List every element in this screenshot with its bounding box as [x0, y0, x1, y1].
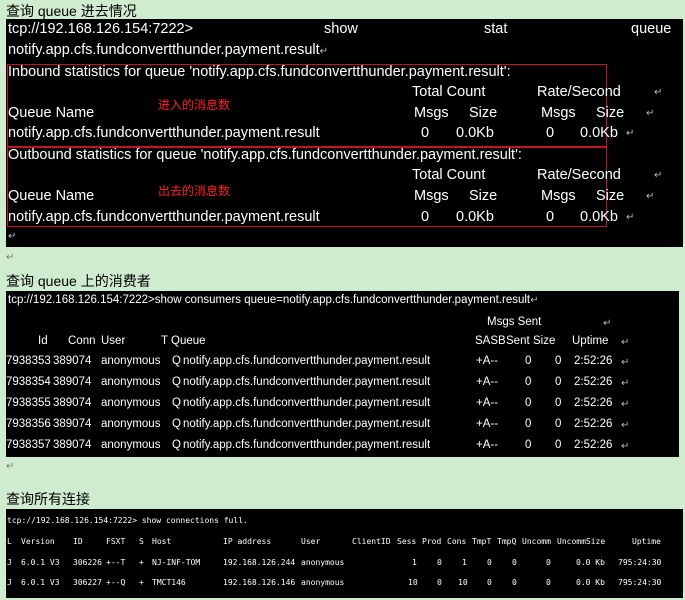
inbound-annotation: 进入的消息数	[158, 98, 231, 112]
cmd-show: show	[324, 21, 358, 37]
inbound-row-total-msgs: 0	[421, 125, 430, 141]
outbound-size-header: Size	[469, 188, 498, 204]
outbound-msgs-header: Msgs	[414, 188, 449, 204]
outbound-title: Outbound statistics for queue 'notify.ap…	[8, 147, 522, 163]
outbound-total-count: Total Count	[412, 167, 486, 183]
outbound-row-name: notify.app.cfs.fundconvertthunder.paymen…	[8, 209, 320, 225]
hdr-size: Size	[533, 335, 556, 347]
connections-cmd: tcp://192.168.126.154:7222> show connect…	[7, 516, 248, 525]
inbound-row-rate-msgs: 0	[546, 125, 555, 141]
outbound-annotation: 出去的消息数	[158, 184, 231, 198]
inbound-row-rate-size: 0.0Kb	[580, 125, 618, 141]
hdr-id: Id	[38, 335, 48, 347]
outbound-queue-name-header: Queue Name	[8, 188, 95, 204]
cmd-queue: queue	[631, 21, 672, 37]
hdr-user: User	[101, 335, 126, 347]
inbound-msgs-header: Msgs	[414, 105, 449, 121]
hdr-uptime: Uptime	[572, 335, 609, 347]
hdr-conn: Conn	[68, 335, 96, 347]
inbound-row-name: notify.app.cfs.fundconvertthunder.paymen…	[8, 125, 320, 141]
consumers-cmd: tcp://192.168.126.154:7222>show consumer…	[8, 294, 539, 306]
inbound-rate-msgs-header: Msgs	[541, 105, 576, 121]
section2-heading: 查询 queue 上的消费者	[6, 273, 151, 289]
hdr-queue: Queue	[171, 335, 206, 347]
outbound-rate-msgs-header: Msgs	[541, 188, 576, 204]
outbound-row-total-msgs: 0	[421, 209, 430, 225]
inbound-total-count: Total Count	[412, 84, 486, 100]
cmd-stat: stat	[484, 21, 508, 37]
hdr-sent: Sent	[506, 335, 530, 347]
inbound-rate: Rate/Second	[537, 84, 621, 100]
consumers-terminal: tcp://192.168.126.154:7222>show consumer…	[6, 291, 679, 457]
outbound-row-rate-size: 0.0Kb	[580, 209, 618, 225]
section3-heading: 查询所有连接	[6, 491, 90, 507]
cmd-prompt: tcp://192.168.126.154:7222>	[8, 21, 194, 37]
outbound-rate-size-header: Size	[596, 188, 625, 204]
cmd-queue-name: notify.app.cfs.fundconvertthunder.paymen…	[8, 42, 329, 58]
inbound-title: Inbound statistics for queue 'notify.app…	[8, 64, 511, 80]
outbound-rate: Rate/Second	[537, 167, 621, 183]
inbound-rate-size-header: Size	[596, 105, 625, 121]
stat-queue-terminal: tcp://192.168.126.154:7222> show stat qu…	[6, 19, 683, 247]
hdr-sasb: SASB	[475, 335, 506, 347]
section1-heading: 查询 queue 进去情况	[6, 3, 137, 19]
hdr-t: T	[161, 335, 169, 347]
msgs-sent-header: Msgs Sent	[487, 316, 542, 328]
inbound-size-header: Size	[469, 105, 498, 121]
inbound-queue-name-header: Queue Name	[8, 105, 95, 121]
connections-terminal: tcp://192.168.126.154:7222> show connect…	[6, 509, 683, 598]
outbound-row-rate-msgs: 0	[546, 209, 555, 225]
outbound-row-total-size: 0.0Kb	[456, 209, 494, 225]
inbound-row-total-size: 0.0Kb	[456, 125, 494, 141]
